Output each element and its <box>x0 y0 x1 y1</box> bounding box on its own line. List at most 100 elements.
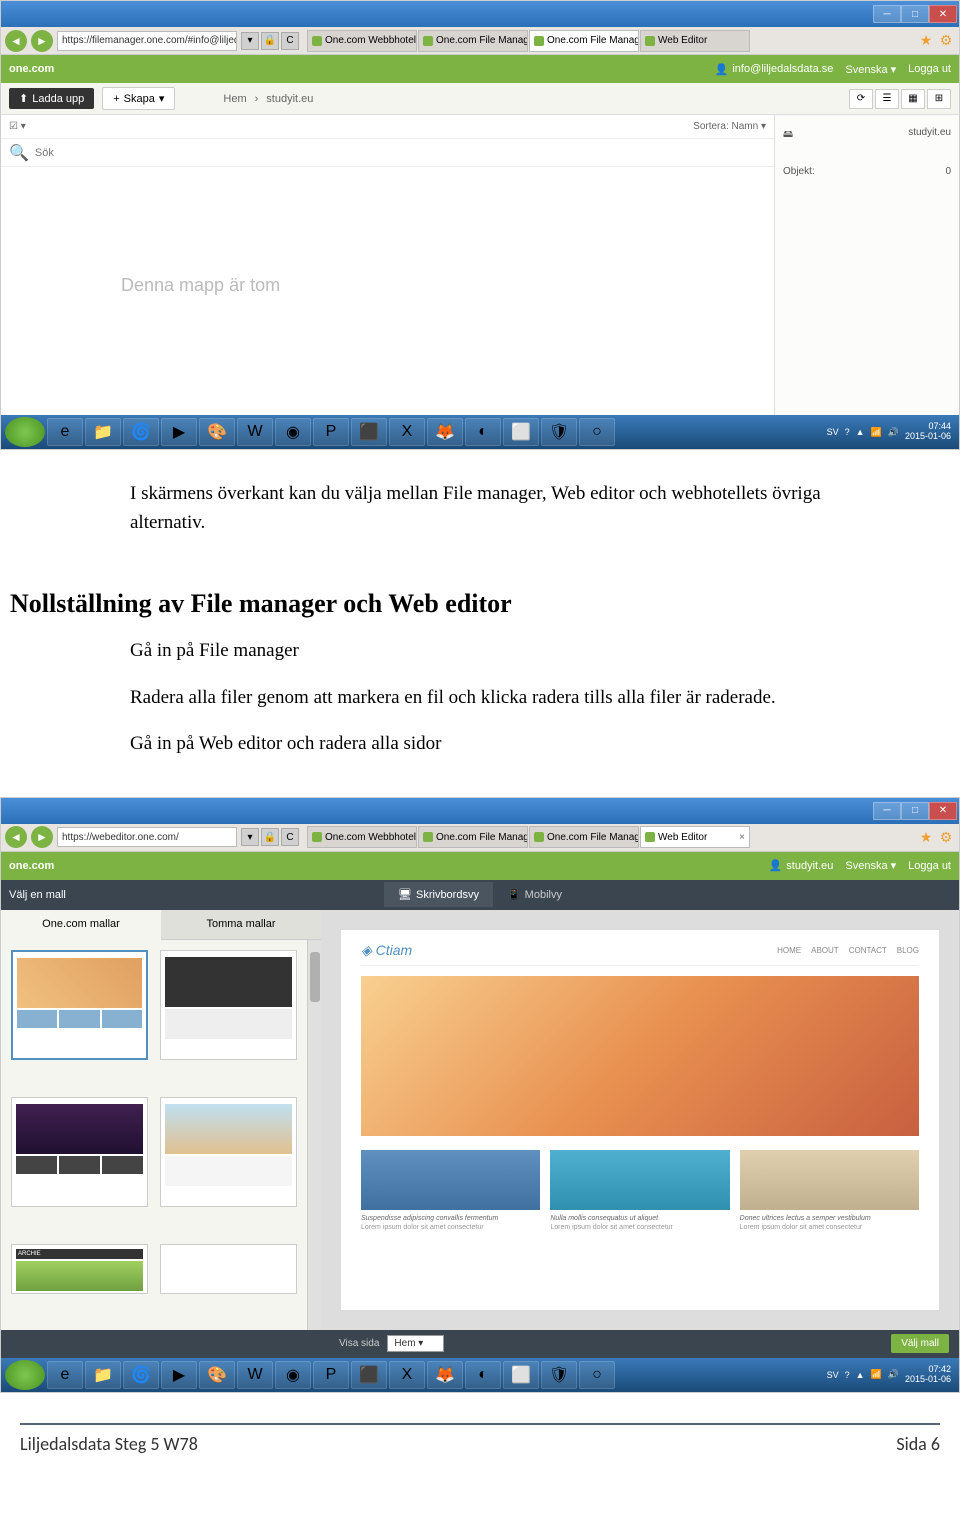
taskbar-app-icon[interactable]: ◐ <box>465 1361 501 1389</box>
star-icon[interactable]: ★ <box>917 32 935 50</box>
window-close-button[interactable]: ✕ <box>929 802 957 820</box>
browser-tab[interactable]: One.com Webbhotell - Domä... <box>307 826 417 848</box>
user-menu[interactable]: 👤studyit.eu <box>769 859 834 872</box>
taskbar-app-icon[interactable]: ⬜ <box>503 418 539 446</box>
window-maximize-button[interactable]: □ <box>901 802 929 820</box>
taskbar-clock[interactable]: 07:44 2015-01-06 <box>905 422 955 442</box>
breadcrumb-item[interactable]: Hem <box>223 93 246 105</box>
taskbar-paint-icon[interactable]: 🎨 <box>199 418 235 446</box>
mobile-view-button[interactable]: 📱Mobilvy <box>493 882 576 907</box>
language-menu[interactable]: Svenska ▾ <box>845 63 896 76</box>
browser-tab-active[interactable]: Web Editor× <box>640 826 750 848</box>
help-icon[interactable]: ? <box>845 1370 850 1380</box>
scrollbar[interactable] <box>307 940 321 1330</box>
taskbar-powerpoint-icon[interactable]: P <box>313 1361 349 1389</box>
browser-tab[interactable]: One.com File Manager <box>418 826 528 848</box>
taskbar-excel-icon[interactable]: X <box>389 418 425 446</box>
start-button[interactable] <box>5 417 45 447</box>
taskbar-chrome-icon[interactable]: ◉ <box>275 1361 311 1389</box>
tile-view-button[interactable]: ⊞ <box>927 89 951 109</box>
taskbar-word-icon[interactable]: W <box>237 418 273 446</box>
nav-forward-button[interactable]: ► <box>31 30 53 52</box>
tab-close-icon[interactable]: × <box>739 832 745 843</box>
taskbar-chrome-icon[interactable]: ◉ <box>275 418 311 446</box>
template-thumbnail[interactable] <box>160 950 297 1060</box>
template-thumbnail[interactable]: ARCHIE <box>11 1244 148 1294</box>
taskbar-lang[interactable]: SV <box>827 427 839 437</box>
user-menu[interactable]: 👤info@liljedalsdata.se <box>715 63 834 76</box>
logout-link[interactable]: Logga ut <box>908 63 951 75</box>
desktop-view-button[interactable]: 🖥Skrivbordsvy <box>384 882 493 907</box>
taskbar-firefox-icon[interactable]: 🦊 <box>427 1361 463 1389</box>
upload-button[interactable]: ⬆Ladda upp <box>9 88 94 109</box>
window-close-button[interactable]: ✕ <box>929 5 957 23</box>
tab-onecom-templates[interactable]: One.com mallar <box>1 910 161 940</box>
browser-tab[interactable]: Web Editor <box>640 30 750 52</box>
scrollbar-thumb[interactable] <box>310 952 320 1002</box>
taskbar-app-icon[interactable]: ○ <box>579 1361 615 1389</box>
dropdown-icon[interactable]: ▾ <box>241 828 259 846</box>
window-minimize-button[interactable]: ─ <box>873 5 901 23</box>
dropdown-icon[interactable]: ▾ <box>241 32 259 50</box>
tray-volume-icon[interactable]: 🔊 <box>888 427 899 438</box>
template-thumbnail[interactable] <box>11 950 148 1060</box>
page-select[interactable]: Hem ▾ <box>387 1335 444 1352</box>
taskbar-lang[interactable]: SV <box>827 1370 839 1380</box>
url-bar[interactable]: https://webeditor.one.com/ <box>57 827 237 847</box>
taskbar-app-icon[interactable]: ⬜ <box>503 1361 539 1389</box>
list-view-button[interactable]: ☰ <box>875 89 899 109</box>
lock-icon[interactable]: 🔒 <box>261 828 279 846</box>
url-bar[interactable]: https://filemanager.one.com/#info@liljed… <box>57 31 237 51</box>
lock-icon[interactable]: 🔒 <box>261 32 279 50</box>
tab-empty-templates[interactable]: Tomma mallar <box>161 910 321 940</box>
taskbar-powerpoint-icon[interactable]: P <box>313 418 349 446</box>
taskbar-shield-icon[interactable]: 🛡 <box>541 1361 577 1389</box>
taskbar-shield-icon[interactable]: 🛡 <box>541 418 577 446</box>
help-icon[interactable]: ? <box>845 427 850 437</box>
window-minimize-button[interactable]: ─ <box>873 802 901 820</box>
nav-forward-button[interactable]: ► <box>31 826 53 848</box>
tray-network-icon[interactable]: 📶 <box>871 427 882 438</box>
nav-back-button[interactable]: ◄ <box>5 826 27 848</box>
tray-volume-icon[interactable]: 🔊 <box>888 1369 899 1380</box>
taskbar-ie-icon[interactable]: e <box>47 1361 83 1389</box>
nav-back-button[interactable]: ◄ <box>5 30 27 52</box>
taskbar-ie-icon[interactable]: e <box>47 418 83 446</box>
taskbar-clock[interactable]: 07:42 2015-01-06 <box>905 1365 955 1385</box>
browser-tab[interactable]: One.com File Manager <box>418 30 528 52</box>
refresh-button[interactable]: ⟳ <box>849 89 873 109</box>
browser-tab[interactable]: One.com File Manager <box>529 826 639 848</box>
taskbar-media-icon[interactable]: ▶ <box>161 1361 197 1389</box>
browser-tab-active[interactable]: One.com File Manager× <box>529 30 639 52</box>
search-input[interactable] <box>35 147 766 159</box>
sort-dropdown[interactable]: Sortera: Namn ▾ <box>693 121 766 132</box>
tray-flag-icon[interactable]: ▲ <box>856 1370 865 1380</box>
taskbar-excel-icon[interactable]: X <box>389 1361 425 1389</box>
create-button[interactable]: + Skapa ▾ <box>102 87 175 110</box>
choose-template-button[interactable]: Välj mall <box>891 1334 949 1353</box>
browser-tab[interactable]: One.com Webbhotell - Domä... <box>307 30 417 52</box>
template-thumbnail[interactable] <box>11 1097 148 1207</box>
taskbar-app-icon[interactable]: ○ <box>579 418 615 446</box>
breadcrumb-item[interactable]: studyit.eu <box>266 93 313 105</box>
gear-icon[interactable]: ⚙ <box>937 828 955 846</box>
start-button[interactable] <box>5 1360 45 1390</box>
refresh-icon[interactable]: C <box>281 828 299 846</box>
language-menu[interactable]: Svenska ▾ <box>845 859 896 872</box>
star-icon[interactable]: ★ <box>917 828 935 846</box>
taskbar-explorer-icon[interactable]: 📁 <box>85 1361 121 1389</box>
taskbar-word-icon[interactable]: W <box>237 1361 273 1389</box>
logout-link[interactable]: Logga ut <box>908 860 951 872</box>
taskbar-paint-icon[interactable]: 🎨 <box>199 1361 235 1389</box>
taskbar-app-icon[interactable]: ⬛ <box>351 1361 387 1389</box>
taskbar-media-icon[interactable]: ▶ <box>161 418 197 446</box>
taskbar-explorer-icon[interactable]: 📁 <box>85 418 121 446</box>
taskbar-app-icon[interactable]: 🌀 <box>123 418 159 446</box>
template-thumbnail[interactable] <box>160 1244 297 1294</box>
taskbar-app-icon[interactable]: ◐ <box>465 418 501 446</box>
refresh-icon[interactable]: C <box>281 32 299 50</box>
template-thumbnail[interactable] <box>160 1097 297 1207</box>
tray-network-icon[interactable]: 📶 <box>871 1369 882 1380</box>
grid-view-button[interactable]: ▦ <box>901 89 925 109</box>
taskbar-app-icon[interactable]: 🌀 <box>123 1361 159 1389</box>
